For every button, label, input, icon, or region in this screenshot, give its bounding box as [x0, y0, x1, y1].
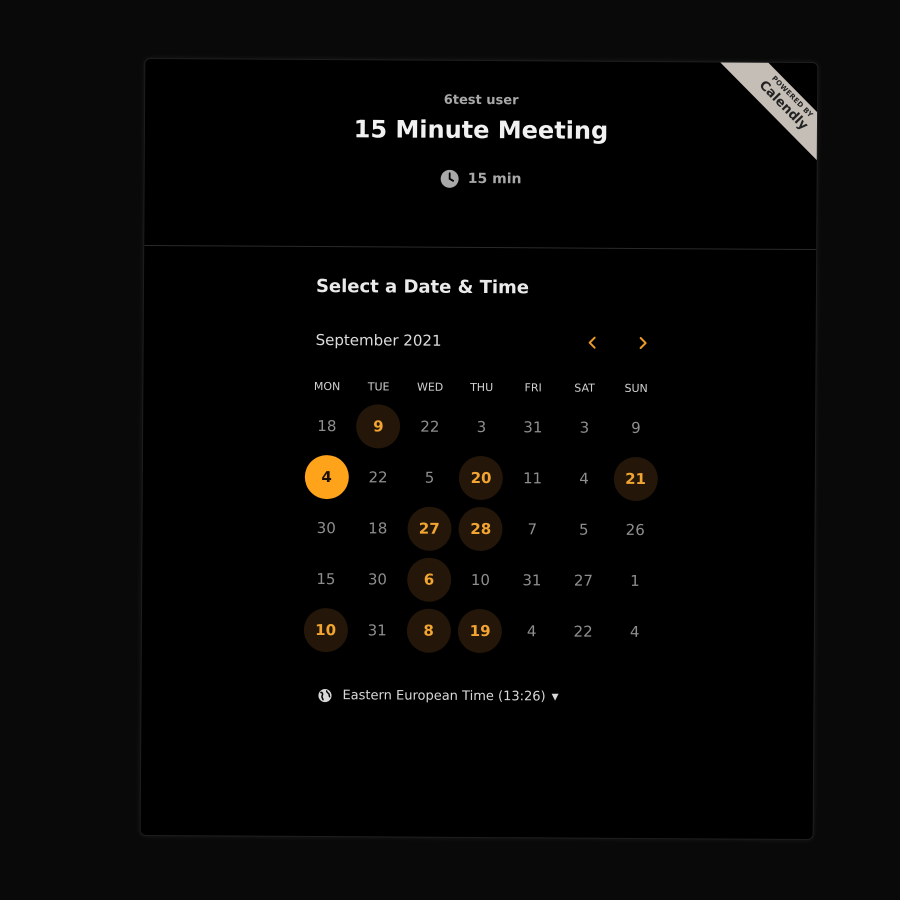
caret-down-icon: ▼ [551, 691, 559, 702]
day-number: 18 [317, 416, 337, 435]
day-cell: 4 [609, 606, 661, 657]
day-cell: 4 [506, 605, 558, 656]
picker-heading: Select a Date & Time [315, 276, 530, 299]
day-cell[interactable]: 9 [352, 400, 404, 451]
weekday-wed: WED [416, 380, 444, 394]
day-number: 21 [613, 456, 658, 501]
day-cell-selected[interactable]: 4 [301, 451, 353, 502]
day-number: 8 [406, 608, 451, 653]
day-number: 22 [420, 417, 440, 436]
day-number: 27 [407, 506, 452, 551]
day-number: 5 [424, 468, 435, 487]
day-number: 31 [523, 417, 543, 436]
day-cell: 15 [300, 553, 352, 604]
day-cell: 3 [558, 401, 610, 452]
weekday-sat: SAT [574, 381, 595, 395]
day-number: 3 [579, 418, 590, 437]
day-cell[interactable]: 20 [455, 452, 507, 503]
day-number: 10 [303, 607, 348, 652]
day-cell[interactable]: 8 [403, 605, 455, 656]
weekday-thu: THU [470, 380, 494, 395]
day-number: 22 [368, 467, 388, 486]
day-cell: 11 [507, 452, 559, 503]
day-number: 28 [458, 506, 503, 551]
day-cell[interactable]: 10 [300, 604, 352, 655]
event-duration: 15 min [145, 167, 817, 191]
day-cell: 26 [609, 504, 661, 555]
day-cell: 22 [352, 451, 404, 502]
day-number: 4 [304, 454, 349, 499]
day-number: 10 [470, 570, 491, 589]
day-cell: 31 [351, 604, 403, 655]
day-cell[interactable]: 28 [455, 503, 507, 554]
calendar-grid: 18 9 22 3 31 3 9 4 22 5 20 11 4 21 30 18 27 28 7 5 26 15 30 6 10… [300, 400, 662, 657]
day-cell: 9 [610, 402, 662, 453]
chevron-right-icon [639, 336, 647, 349]
day-number: 19 [458, 608, 503, 653]
duration-label: 15 min [467, 170, 522, 188]
day-cell: 18 [352, 502, 404, 553]
day-number: 5 [578, 520, 589, 539]
clock-icon [440, 169, 460, 189]
weekday-header: MON TUE WED THU FRI SAT SUN [301, 380, 662, 395]
day-number: 4 [526, 621, 537, 640]
day-number: 31 [522, 570, 542, 589]
weekday-fri: FRI [524, 381, 542, 395]
day-cell: 5 [404, 452, 456, 503]
ribbon-band: POWERED BY Calendly [716, 60, 819, 166]
day-number: 31 [367, 620, 387, 639]
day-cell[interactable]: 27 [403, 503, 455, 554]
chevron-left-icon [588, 336, 596, 349]
day-number: 27 [573, 571, 594, 590]
day-cell[interactable]: 19 [454, 605, 506, 656]
day-number: 7 [527, 519, 538, 538]
month-label: September 2021 [315, 331, 442, 350]
weekday-sun: SUN [624, 381, 648, 396]
day-number: 1 [630, 571, 640, 590]
weekday-mon: MON [313, 379, 341, 394]
globe-icon [317, 688, 332, 703]
day-cell: 27 [558, 554, 610, 605]
day-number: 9 [631, 418, 641, 437]
day-cell: 7 [506, 503, 558, 554]
previous-month-button[interactable] [580, 330, 606, 356]
day-cell: 22 [557, 605, 609, 656]
day-cell: 1 [609, 555, 661, 606]
day-cell: 31 [507, 401, 559, 452]
day-number: 3 [476, 417, 487, 436]
day-cell: 5 [558, 503, 610, 554]
weekday-tue: TUE [367, 380, 390, 394]
day-number: 26 [625, 520, 645, 539]
day-cell: 30 [352, 553, 404, 604]
timezone-label: Eastern European Time (13:26) [342, 688, 546, 705]
day-cell: 4 [558, 452, 610, 503]
day-number: 30 [367, 569, 388, 588]
day-number: 4 [579, 469, 589, 488]
day-cell: 3 [455, 401, 507, 452]
day-cell[interactable]: 21 [610, 453, 662, 504]
day-cell: 31 [506, 554, 558, 605]
powered-by-ribbon[interactable]: POWERED BY Calendly [715, 60, 819, 166]
day-number: 22 [573, 622, 593, 641]
timezone-selector[interactable]: Eastern European Time (13:26) ▼ [317, 688, 559, 705]
day-cell: 10 [455, 554, 507, 605]
day-cell: 22 [404, 401, 456, 452]
day-number: 6 [406, 557, 452, 602]
booking-card: 6test user 15 Minute Meeting 15 min POWE… [139, 57, 819, 841]
day-number: 20 [458, 455, 504, 500]
day-cell: 30 [300, 502, 352, 553]
day-number: 11 [522, 468, 543, 487]
day-number: 18 [368, 518, 388, 537]
next-month-button[interactable] [630, 330, 656, 356]
day-number: 15 [316, 569, 336, 588]
day-number: 4 [629, 622, 640, 641]
day-cell: 18 [301, 400, 353, 451]
day-cell[interactable]: 6 [403, 554, 455, 605]
day-number: 9 [356, 403, 401, 449]
day-number: 30 [316, 518, 336, 537]
